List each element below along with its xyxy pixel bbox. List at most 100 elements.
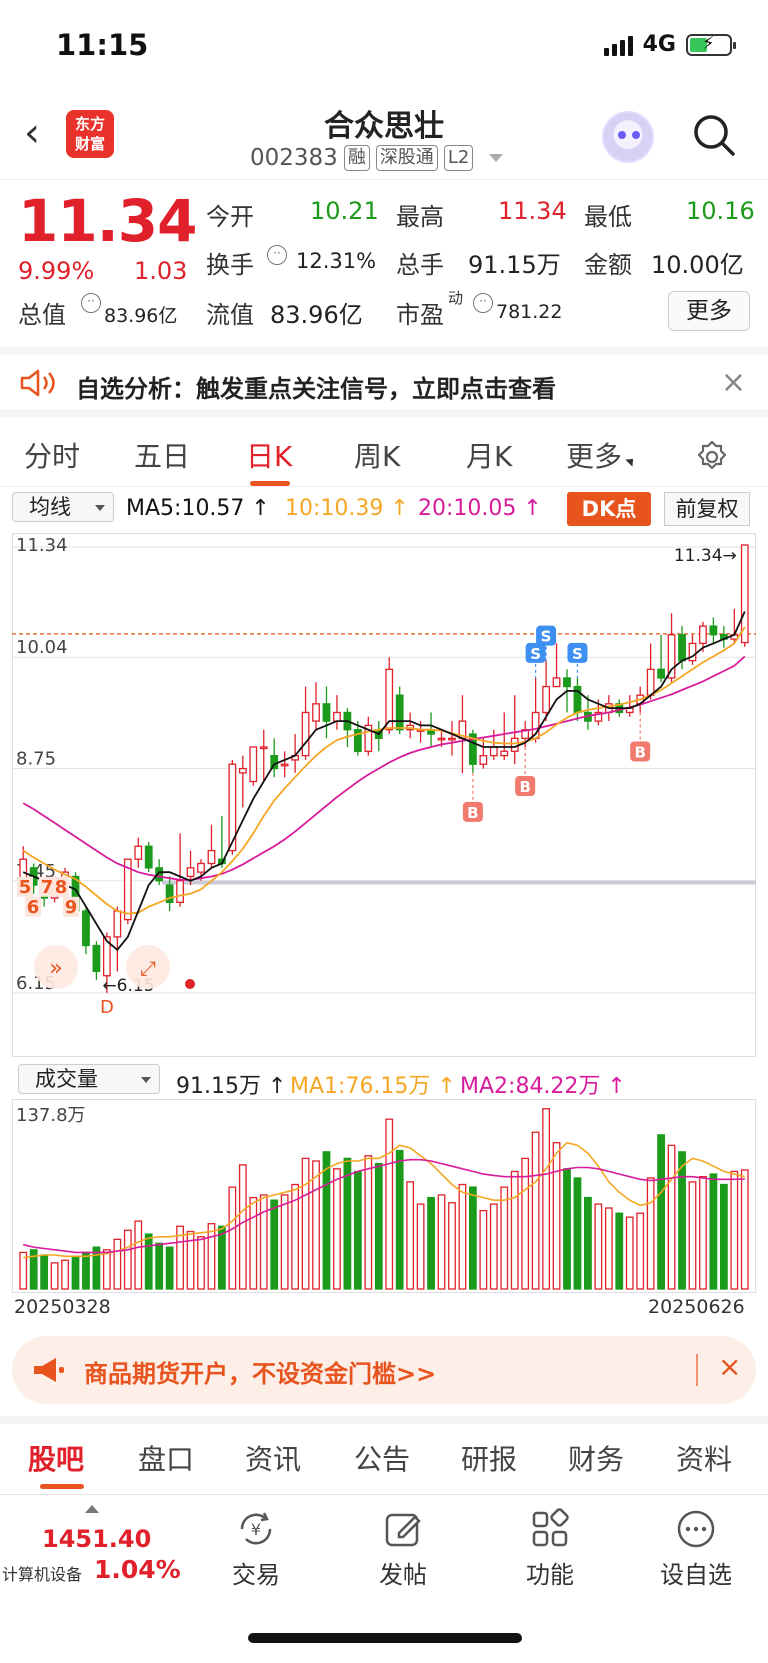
stock-code-line[interactable]: 002383 融 深股通 L2 (250, 145, 504, 171)
analysis-banner[interactable]: 自选分析：触发重点关注信号，立即点击查看 × (0, 347, 768, 417)
volume-bar (113, 1238, 122, 1290)
volume-bar (678, 1151, 686, 1290)
trade-button[interactable]: ¥ 交易 (206, 1507, 306, 1590)
tag-margin: 融 (343, 145, 370, 171)
candle-body (197, 862, 205, 873)
volume-bar (312, 1160, 320, 1290)
y-tick-label: 8.75 (16, 749, 56, 770)
ma10-readout: 10:10.39 ↑ (285, 496, 409, 521)
candle-body (489, 746, 498, 757)
volume-label: 总手 (396, 251, 444, 279)
tab-research[interactable]: 研报 (461, 1438, 517, 1478)
dk-point-button[interactable]: DK点 (567, 492, 651, 526)
indicator-select[interactable]: 均线 (12, 492, 114, 522)
volume-select-label: 成交量 (35, 1067, 98, 1091)
signal-label: D (100, 997, 114, 1018)
candle-body (92, 944, 101, 973)
tab-intraday[interactable]: 分时 (24, 435, 80, 475)
features-button[interactable]: 功能 (500, 1507, 600, 1590)
corner-arrow-icon (625, 455, 637, 467)
banner-text: 自选分析：触发重点关注信号，立即点击查看 (76, 375, 556, 403)
volume-bar (719, 1183, 728, 1290)
candle-body (510, 737, 519, 752)
sector-name[interactable]: 计算机设备 (2, 1561, 82, 1585)
volume-bar (385, 1118, 394, 1290)
close-icon[interactable]: × (721, 365, 746, 400)
candle-body (207, 849, 216, 865)
chevron-down-icon[interactable] (489, 154, 504, 162)
sector-index-value[interactable]: 1451.40 (42, 1525, 151, 1553)
volume-bar (155, 1242, 164, 1290)
change-pct: 9.99% (18, 257, 95, 285)
volume-chart[interactable]: 137.8万 (12, 1099, 756, 1293)
amount-value: 10.00亿 (651, 251, 744, 279)
ma20-value: 20:10.05 (418, 496, 517, 521)
volume-bar (573, 1177, 582, 1290)
tab-weekly-k[interactable]: 周K (354, 435, 400, 475)
futures-ad[interactable]: 商品期货开户，不设资金门槛>> × (12, 1336, 756, 1404)
volume-bar (374, 1162, 383, 1290)
candle-body (699, 625, 707, 645)
volume-bar (510, 1170, 519, 1290)
candle-body (709, 625, 718, 636)
candle-body (678, 634, 686, 662)
add-watchlist-button[interactable]: 设自选 (646, 1507, 746, 1590)
dropdown-caret-icon (95, 505, 105, 511)
tab-monthly-k[interactable]: 月K (466, 435, 512, 475)
gear-icon[interactable] (694, 439, 730, 475)
search-icon[interactable] (692, 113, 736, 157)
current-price: 11.34 (18, 187, 197, 255)
tab-five-day[interactable]: 五日 (134, 435, 190, 475)
ad-text: 商品期货开户，不设资金门槛>> (84, 1360, 437, 1388)
count-label: 6 (27, 897, 40, 918)
more-button[interactable]: 更多 (668, 291, 750, 331)
eye-icon[interactable]: ·· (81, 293, 101, 313)
tab-announcements[interactable]: 公告 (354, 1438, 410, 1478)
volume-bar (134, 1220, 143, 1290)
features-label: 功能 (526, 1561, 574, 1589)
tab-forum[interactable]: 股吧 (28, 1438, 84, 1489)
volume-bar (102, 1249, 111, 1290)
volume-bar (625, 1216, 634, 1290)
forward-adjust-button[interactable]: 前复权 (664, 492, 750, 526)
ma20-readout: 20:10.05 ↑ (418, 496, 542, 521)
tab-daily-k[interactable]: 日K (246, 435, 292, 486)
volume-bar (740, 1169, 749, 1290)
volume-select[interactable]: 成交量 (18, 1064, 160, 1094)
tab-more[interactable]: 更多 (566, 435, 637, 475)
volume-bar (50, 1262, 59, 1290)
volume-bar (699, 1176, 707, 1290)
sector-change-pct[interactable]: 1.04% (94, 1555, 181, 1584)
ad-divider (696, 1354, 698, 1386)
tab-orderbook[interactable]: 盘口 (138, 1438, 194, 1478)
candlestick-chart[interactable]: 11.3410.048.757.456.15SSSBBBD5678911.34→… (12, 533, 756, 1057)
volume-bar (395, 1149, 404, 1290)
double-chevron-icon: » (49, 956, 62, 981)
volume-bar (364, 1155, 373, 1290)
volume-bar (353, 1170, 362, 1290)
tab-news[interactable]: 资讯 (245, 1438, 301, 1478)
eye-icon[interactable]: ·· (267, 245, 287, 265)
volume-bar (646, 1177, 655, 1290)
candle-body (395, 694, 404, 731)
robot-assistant-icon[interactable] (602, 111, 654, 163)
close-icon[interactable]: × (718, 1350, 741, 1383)
volume-bar (61, 1259, 69, 1290)
candle-body (144, 845, 153, 869)
eye-icon[interactable]: ·· (473, 293, 493, 313)
ma5-value: MA5:10.57 (126, 496, 245, 521)
bottom-toolbar: 1451.40 计算机设备 1.04% ¥ 交易 发帖 功能 设自选 (0, 1494, 768, 1663)
post-button[interactable]: 发帖 (353, 1507, 453, 1590)
low-label: 最低 (584, 203, 632, 231)
edit-icon (385, 1513, 421, 1547)
tab-profile[interactable]: 资料 (676, 1438, 732, 1478)
svg-text:¥: ¥ (251, 1520, 261, 1539)
candle-body (646, 668, 655, 696)
trade-icon: ¥ (240, 1512, 272, 1545)
live-dot-icon (185, 979, 195, 989)
candle-body (176, 880, 184, 904)
volume-bar (207, 1223, 216, 1290)
change-value: 1.03 (134, 257, 188, 285)
tab-finance[interactable]: 财务 (568, 1438, 624, 1478)
volume-bar (343, 1157, 352, 1290)
